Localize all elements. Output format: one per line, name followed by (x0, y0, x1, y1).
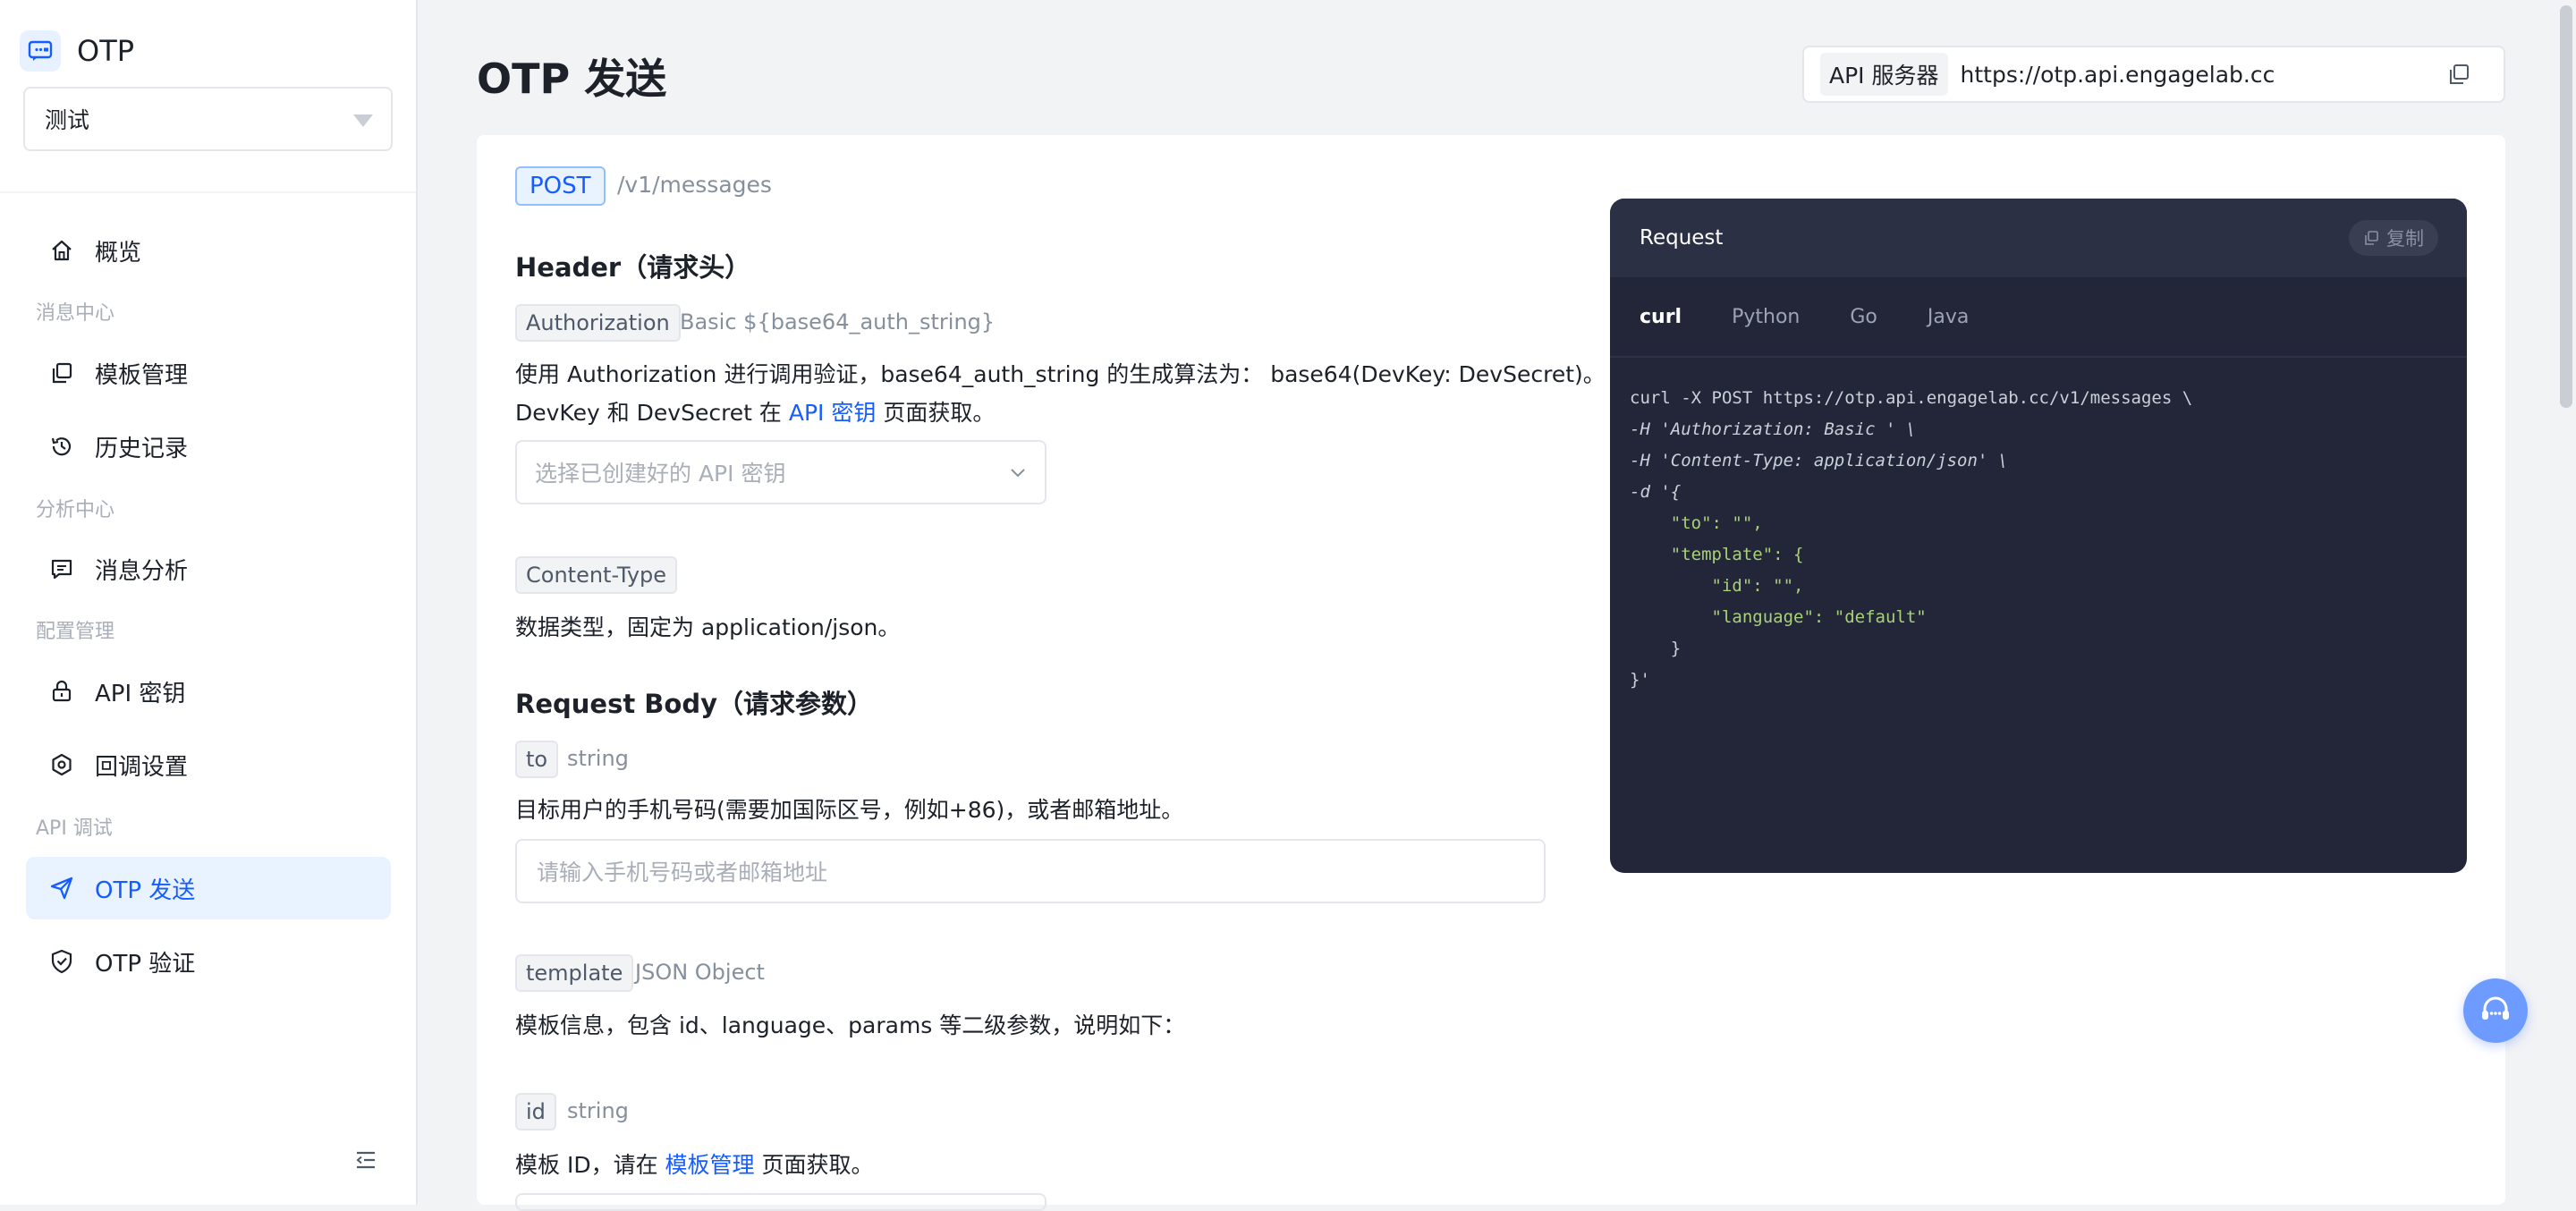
api-server-label: API 服务器 (1820, 53, 1948, 96)
settings-icon (48, 751, 75, 778)
param-tag-to: to (515, 741, 559, 778)
param-type-to: string (567, 746, 629, 771)
request-body-section-title: Request Body（请求参数） (515, 689, 873, 719)
project-select-value: 测试 (45, 107, 90, 133)
code-line: } (1630, 639, 1682, 658)
sidebar-item-label: 消息分析 (95, 557, 189, 585)
sidebar-item-label: 回调设置 (95, 753, 189, 781)
code-line: "id": "", (1630, 576, 1804, 596)
send-icon (48, 875, 75, 902)
sidebar-item-message-analytics[interactable]: 消息分析 (26, 538, 391, 600)
sidebar-item-label: OTP 验证 (95, 950, 196, 978)
page-scrollbar[interactable] (2560, 5, 2572, 408)
code-line: -H 'Authorization: Basic ' \ (1630, 419, 1917, 439)
project-select[interactable]: 测试 (23, 87, 393, 151)
shield-check-icon (48, 948, 75, 975)
template-management-link[interactable]: 模板管理 (665, 1152, 755, 1178)
collapse-sidebar-button[interactable] (352, 1147, 379, 1173)
language-tabs: curl Python Go Java (1610, 277, 2467, 358)
param-tag-authorization: Authorization (515, 304, 681, 342)
content-type-description: 数据类型，固定为 application/json。 (515, 614, 901, 640)
copy-code-label: 复制 (2386, 228, 2424, 250)
template-id-select[interactable] (515, 1193, 1046, 1211)
id-desc-prefix: 模板 ID，请在 (515, 1152, 665, 1178)
id-description: 模板 ID，请在 模板管理 页面获取。 (515, 1147, 874, 1180)
code-line: "template": { (1630, 545, 1804, 564)
brand[interactable]: OTP (20, 29, 134, 73)
api-server-box: API 服务器 https://otp.api.engagelab.cc (1802, 46, 2505, 103)
param-tag-template: template (515, 954, 634, 992)
otp-logo-icon (20, 30, 61, 72)
code-body: curl -X POST https://otp.api.engagelab.c… (1610, 358, 2467, 721)
sidebar-item-api-keys[interactable]: API 密钥 (26, 660, 391, 723)
id-desc-suffix: 页面获取。 (754, 1152, 874, 1178)
auth-description: 使用 Authorization 进行调用验证，base64_auth_stri… (515, 361, 1606, 387)
menu-fold-icon (356, 1151, 375, 1169)
sidebar-item-otp-send[interactable]: OTP 发送 (26, 857, 391, 919)
sidebar-divider (0, 191, 416, 193)
app-name: OTP (77, 34, 135, 68)
sidebar-item-callback-settings[interactable]: 回调设置 (26, 733, 391, 796)
param-tag-id: id (515, 1093, 556, 1131)
code-line: -H 'Content-Type: application/json' \ (1630, 451, 2009, 470)
code-line: curl -X POST https://otp.api.engagelab.c… (1630, 388, 2193, 408)
caret-down-icon (353, 114, 373, 127)
sidebar-item-label: 模板管理 (95, 361, 189, 389)
code-panel-title: Request (1640, 226, 1724, 250)
tab-go[interactable]: Go (1850, 306, 1877, 328)
to-input[interactable]: 请输入手机号码或者邮箱地址 (515, 839, 1546, 903)
sidebar-item-label: API 密钥 (95, 680, 186, 707)
template-description: 模板信息，包含 id、language、params 等二级参数，说明如下： (515, 1012, 1186, 1038)
endpoint-path: /v1/messages (617, 172, 772, 198)
sidebar: OTP 测试 概览 消息中心 模板管理 历史记录 分析中心 消息分析 配置管理 (0, 0, 418, 1205)
param-tag-content-type: Content-Type (515, 556, 678, 594)
auth-desc-suffix: 页面获取。 (876, 400, 996, 426)
code-line: "to": "", (1630, 513, 1763, 533)
nav-group-api-debug: API 调试 (36, 817, 113, 840)
code-line: -d '{ (1630, 482, 1682, 502)
nav-group-config: 配置管理 (36, 621, 115, 643)
headset-icon (2482, 996, 2509, 1020)
home-icon (48, 237, 75, 264)
sidebar-item-history[interactable]: 历史记录 (26, 415, 391, 478)
param-type-id: string (567, 1098, 629, 1123)
api-key-select-placeholder: 选择已创建好的 API 密钥 (535, 461, 786, 487)
history-icon (48, 433, 75, 460)
code-line: }' (1630, 670, 1650, 690)
code-panel: Request 复制 curl Python Go Java curl -X P… (1610, 199, 2467, 873)
sidebar-item-templates[interactable]: 模板管理 (26, 342, 391, 404)
lock-icon (48, 678, 75, 705)
message-icon (48, 555, 75, 582)
api-server-url: https://otp.api.engagelab.cc (1960, 61, 2275, 88)
customer-support-button[interactable] (2463, 978, 2528, 1043)
param-value-authorization: Basic ${base64_auth_string} (680, 309, 996, 335)
copy-icon (48, 360, 75, 386)
api-key-link[interactable]: API 密钥 (789, 400, 877, 426)
sidebar-item-overview[interactable]: 概览 (26, 219, 391, 282)
param-type-template: JSON Object (635, 960, 765, 985)
sidebar-item-label: OTP 发送 (95, 876, 196, 904)
auth-description-line2: DevKey 和 DevSecret 在 API 密钥 页面获取。 (515, 395, 995, 428)
auth-desc-prefix: DevKey 和 DevSecret 在 (515, 400, 789, 426)
nav-group-message-center: 消息中心 (36, 302, 115, 325)
tab-curl[interactable]: curl (1640, 306, 1682, 328)
to-description: 目标用户的手机号码(需要加国际区号，例如+86)，或者邮箱地址。 (515, 797, 1184, 823)
copy-icon (2365, 231, 2378, 245)
tab-java[interactable]: Java (1928, 306, 1969, 328)
code-line: "language": "default" (1630, 607, 1927, 627)
copy-code-button[interactable]: 复制 (2349, 220, 2438, 256)
api-key-select[interactable]: 选择已创建好的 API 密钥 (515, 440, 1046, 504)
chevron-down-icon (1011, 469, 1025, 478)
sidebar-item-otp-verify[interactable]: OTP 验证 (26, 930, 391, 993)
tab-python[interactable]: Python (1732, 306, 1800, 328)
code-panel-header: Request 复制 (1610, 199, 2467, 277)
header-section-title: Header（请求头） (515, 252, 751, 283)
sidebar-item-label: 概览 (95, 239, 142, 267)
copy-icon[interactable] (2446, 62, 2471, 87)
nav-group-analytics-center: 分析中心 (36, 499, 115, 521)
page-title: OTP 发送 (477, 55, 667, 103)
to-input-placeholder: 请输入手机号码或者邮箱地址 (537, 860, 828, 885)
sidebar-item-label: 历史记录 (95, 435, 189, 462)
http-method-badge: POST (515, 166, 606, 206)
